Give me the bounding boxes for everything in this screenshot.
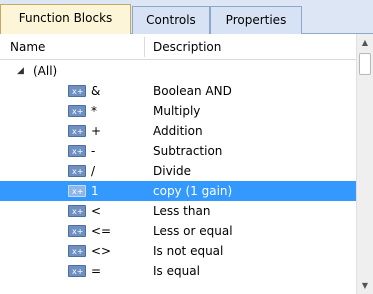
function-block-icon xyxy=(68,142,86,162)
function-block-row[interactable]: + Addition xyxy=(0,121,356,142)
function-block-row[interactable]: - Subtraction xyxy=(0,141,356,162)
column-header-description[interactable]: Description xyxy=(153,34,221,60)
function-block-description: Divide xyxy=(153,164,192,178)
tab-function-blocks[interactable]: Function Blocks xyxy=(0,4,131,35)
function-block-row[interactable]: & Boolean AND xyxy=(0,81,356,102)
function-blocks-panel: Name Description ◢ (All) & Boolean AND * Mu… xyxy=(0,34,373,294)
tree-group-all[interactable]: ◢ (All) xyxy=(0,61,356,81)
function-block-icon xyxy=(68,222,86,242)
function-block-description: copy (1 gain) xyxy=(153,184,233,198)
function-block-name: / xyxy=(91,164,96,178)
function-block-row[interactable]: <> Is not equal xyxy=(0,241,356,262)
function-block-name: <= xyxy=(91,224,112,238)
tab-bar: Function Blocks Controls Properties xyxy=(0,0,373,35)
function-block-icon xyxy=(68,82,86,102)
scrollbar-thumb[interactable] xyxy=(359,53,371,75)
function-block-name: + xyxy=(91,124,102,138)
expand-collapse-icon[interactable]: ◢ xyxy=(17,61,24,81)
function-block-row[interactable]: <= Less or equal xyxy=(0,221,356,242)
column-header: Name Description xyxy=(0,34,356,60)
function-block-name: < xyxy=(91,204,102,218)
function-block-icon xyxy=(68,182,86,202)
function-block-icon xyxy=(68,102,86,122)
function-block-row[interactable]: * Multiply xyxy=(0,101,356,122)
scroll-down-icon[interactable]: ▼ xyxy=(357,277,373,294)
function-block-description: Multiply xyxy=(153,104,201,118)
function-block-row[interactable]: 1 copy (1 gain) xyxy=(0,181,356,202)
function-block-description: Less than xyxy=(153,204,211,218)
function-block-description: Subtraction xyxy=(153,144,223,158)
function-block-icon xyxy=(68,242,86,262)
function-block-name: - xyxy=(91,144,96,158)
function-block-name: 1 xyxy=(91,184,99,198)
function-block-row[interactable]: = Is equal xyxy=(0,261,356,282)
column-divider[interactable] xyxy=(144,37,145,57)
column-header-name[interactable]: Name xyxy=(10,34,140,60)
function-block-description: Is equal xyxy=(153,264,200,278)
function-block-name: <> xyxy=(91,244,112,258)
function-block-description: Less or equal xyxy=(153,224,233,238)
function-block-icon xyxy=(68,162,86,182)
group-label: (All) xyxy=(33,64,58,78)
function-block-row[interactable]: / Divide xyxy=(0,161,356,182)
function-block-icon xyxy=(68,262,86,282)
vertical-scrollbar[interactable]: ▲ ▼ xyxy=(356,34,373,294)
function-block-description: Is not equal xyxy=(153,244,224,258)
function-block-icon xyxy=(68,202,86,222)
scroll-up-icon[interactable]: ▲ xyxy=(357,34,373,51)
function-block-tree: ◢ (All) & Boolean AND * Multiply + Addition - S… xyxy=(0,61,356,294)
function-block-description: Boolean AND xyxy=(153,84,232,98)
function-block-name: = xyxy=(91,264,102,278)
tab-controls[interactable]: Controls xyxy=(132,6,210,34)
tab-properties[interactable]: Properties xyxy=(210,6,302,34)
function-block-icon xyxy=(68,122,86,142)
function-block-name: & xyxy=(91,84,101,98)
function-block-description: Addition xyxy=(153,124,203,138)
function-block-name: * xyxy=(91,104,97,118)
function-block-row[interactable]: < Less than xyxy=(0,201,356,222)
